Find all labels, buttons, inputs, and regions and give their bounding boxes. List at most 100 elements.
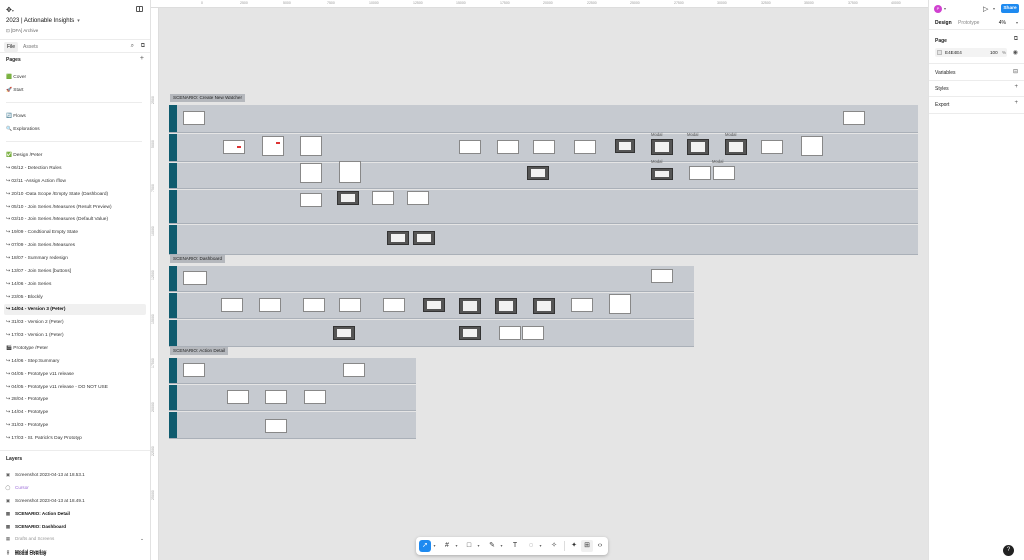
chevron-down-icon[interactable]: ▾ [993,6,995,11]
screen-thumbnail[interactable] [571,298,593,312]
layer-item[interactable]: ◯ Cursor [4,482,146,493]
modal-thumbnail[interactable] [687,139,709,155]
screen-thumbnail[interactable] [183,271,207,285]
frame-row[interactable] [169,266,694,292]
page-item[interactable]: 🟩 Cover [4,72,146,83]
modal-thumbnail[interactable] [459,326,481,340]
layer-item[interactable]: ▦ SCENARIO: Dashboard [4,521,146,532]
screen-thumbnail[interactable] [221,298,243,312]
screen-thumbnail[interactable] [183,111,205,125]
ai-tool-icon[interactable]: ✦ [568,540,580,552]
frame-row[interactable] [169,105,918,133]
screen-thumbnail[interactable] [499,326,521,340]
screen-thumbnail[interactable] [304,390,326,404]
screen-thumbnail[interactable] [300,136,322,156]
sidebar-toggle-icon[interactable] [136,6,143,12]
page-item[interactable]: ↪ 07/09 - Join Series /Measures [4,240,146,251]
section-label-action-detail[interactable]: SCENARIO: Action Detail [170,347,229,355]
frame-row[interactable] [169,161,918,189]
page-item[interactable]: ↪ 03/10 - Join Series /Measures (Default… [4,214,146,225]
layer-item[interactable]: # Modal Overlay [4,548,47,559]
screen-thumbnail[interactable] [651,269,673,283]
eye-icon[interactable]: ◉ [1013,49,1018,56]
screen-thumbnail[interactable] [407,191,429,205]
screen-thumbnail[interactable] [303,298,325,312]
add-export-icon[interactable]: + [1014,100,1018,106]
screen-thumbnail[interactable] [843,111,865,125]
page-item[interactable]: ↪ 14/06 - Join Series [4,279,146,290]
screen-thumbnail[interactable] [300,163,322,183]
chevron-down-icon[interactable]: ⌄ [140,533,144,544]
project-name[interactable]: ⊡ [DFA] Archive [6,28,38,34]
screen-thumbnail[interactable] [265,390,287,404]
page-item[interactable]: ↪ 05/10 - Join Series /Measures (Result … [4,202,146,213]
screen-thumbnail[interactable] [372,191,394,205]
modal-thumbnail[interactable] [725,139,747,155]
page-item[interactable]: ↪ 23/05 - Blockly [4,292,146,303]
modal-thumbnail[interactable] [533,298,555,314]
screen-thumbnail[interactable] [265,419,287,433]
page-item[interactable]: ↪ 18/07 - Summary redesign [4,253,146,264]
page-item[interactable]: ↪ 14/04 - Prototype [4,407,146,418]
modal-thumbnail[interactable] [651,139,673,155]
frame-row[interactable] [169,293,694,319]
screen-thumbnail[interactable] [761,140,783,154]
variables-icon[interactable]: ⊟ [1013,68,1018,75]
screen-thumbnail[interactable] [689,166,711,180]
add-style-icon[interactable]: + [1014,84,1018,90]
screen-thumbnail[interactable] [497,140,519,154]
pen-tool-icon[interactable]: ✎ [486,540,498,552]
page-item[interactable]: ↪ 19/09 - Condtional Empty State [4,227,146,238]
comment-tool-icon[interactable]: ◌ [525,540,537,552]
section-label-create-watcher[interactable]: SCENARIO: Create New Watcher [170,94,246,102]
page-item-selected[interactable]: ↪ 14/04 - Version 3 (Peter) [4,304,146,315]
modal-thumbnail[interactable] [413,231,435,245]
text-tool-icon[interactable]: T [509,540,521,552]
modal-thumbnail[interactable] [387,231,409,245]
move-tool-icon[interactable]: ➚ [419,540,431,552]
page-item[interactable]: ↪ 17/03 - Version 1 (Peter) [4,330,146,341]
screen-thumbnail[interactable] [223,140,245,154]
design-mode-icon[interactable]: ⊞ [581,540,593,552]
canvas[interactable]: 0 2500 5000 7500 10000 12500 15000 17500… [151,0,928,560]
modal-thumbnail[interactable] [615,139,635,153]
page-item[interactable]: 🚀 Start [4,85,146,96]
modal-thumbnail[interactable] [333,326,355,340]
frame-row[interactable] [169,190,918,224]
modal-thumbnail[interactable] [527,166,549,180]
screen-thumbnail[interactable] [533,140,555,154]
screen-thumbnail[interactable] [227,390,249,404]
screen-thumbnail[interactable] [339,298,361,312]
present-icon[interactable]: ▷ [983,5,988,13]
frame-tool-icon[interactable]: # [441,540,453,552]
layer-item[interactable]: ▣ Screenshot 2023-04-13 at 18.49.1 [4,495,146,506]
page-item[interactable]: 🎬 Prototype /Peter [4,343,146,354]
export-title[interactable]: Export [935,102,949,108]
chevron-down-icon[interactable]: ▾ [454,540,459,552]
modal-thumbnail[interactable] [459,298,481,314]
actions-tool-icon[interactable]: ✧ [548,540,560,552]
modal-thumbnail[interactable] [651,168,673,180]
share-button[interactable]: Share [1001,4,1019,13]
frame-row[interactable] [169,225,918,255]
screen-thumbnail[interactable] [383,298,405,312]
page-item[interactable]: ↪ 28/04 - Prototype [4,394,146,405]
screen-thumbnail[interactable] [300,193,322,207]
screen-thumbnail[interactable] [339,161,361,183]
zoom-level[interactable]: 4% [999,20,1006,26]
screen-thumbnail[interactable] [574,140,596,154]
page-item[interactable]: 🔍 Explorations [4,124,146,135]
frame-row[interactable] [169,412,416,439]
variables-title[interactable]: Variables [935,70,955,76]
frame-row[interactable] [169,358,416,384]
frame-row[interactable] [169,320,694,347]
screen-thumbnail[interactable] [459,140,481,154]
page-item[interactable]: ↪ 13/07 - Join Series [buttons] [4,266,146,277]
chevron-down-icon[interactable]: ▾ [476,540,481,552]
section-label-dashboard[interactable]: SCENARIO: Dashboard [170,255,226,263]
library-icon[interactable]: ⧉ [141,43,145,50]
page-color-field[interactable]: E4E4E4 100 % [935,48,1007,57]
page-item[interactable]: 🔄 Flows [4,111,146,122]
screen-thumbnail[interactable] [522,326,544,340]
tab-prototype[interactable]: Prototype [958,20,979,26]
